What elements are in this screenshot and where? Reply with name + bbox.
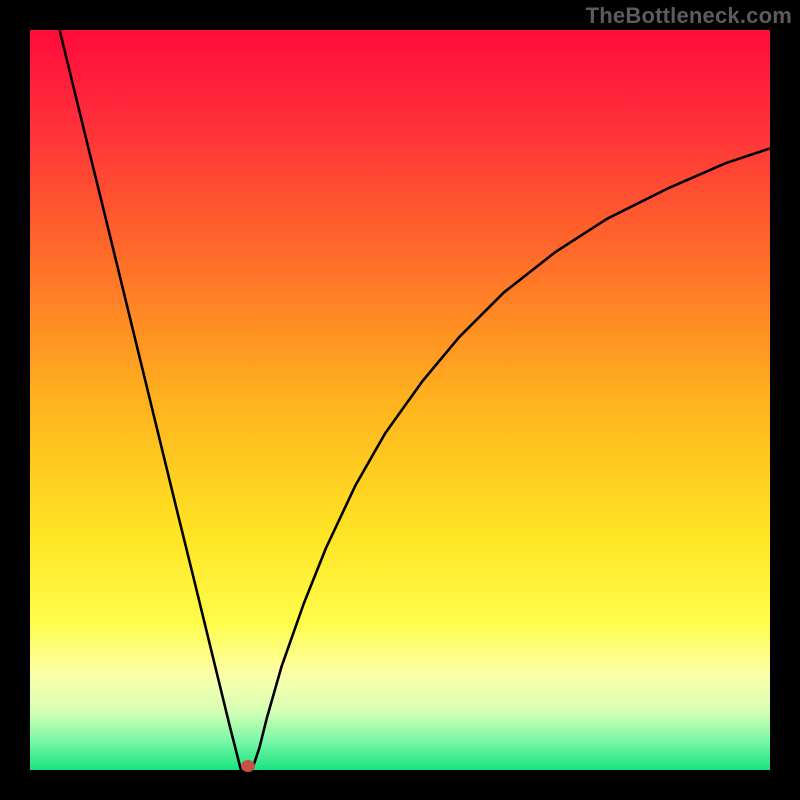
gradient-background: [30, 30, 770, 770]
chart-frame: TheBottleneck.com: [0, 0, 800, 800]
watermark-text: TheBottleneck.com: [586, 3, 792, 29]
plot-area: [30, 30, 770, 770]
optimum-marker: [241, 760, 255, 772]
